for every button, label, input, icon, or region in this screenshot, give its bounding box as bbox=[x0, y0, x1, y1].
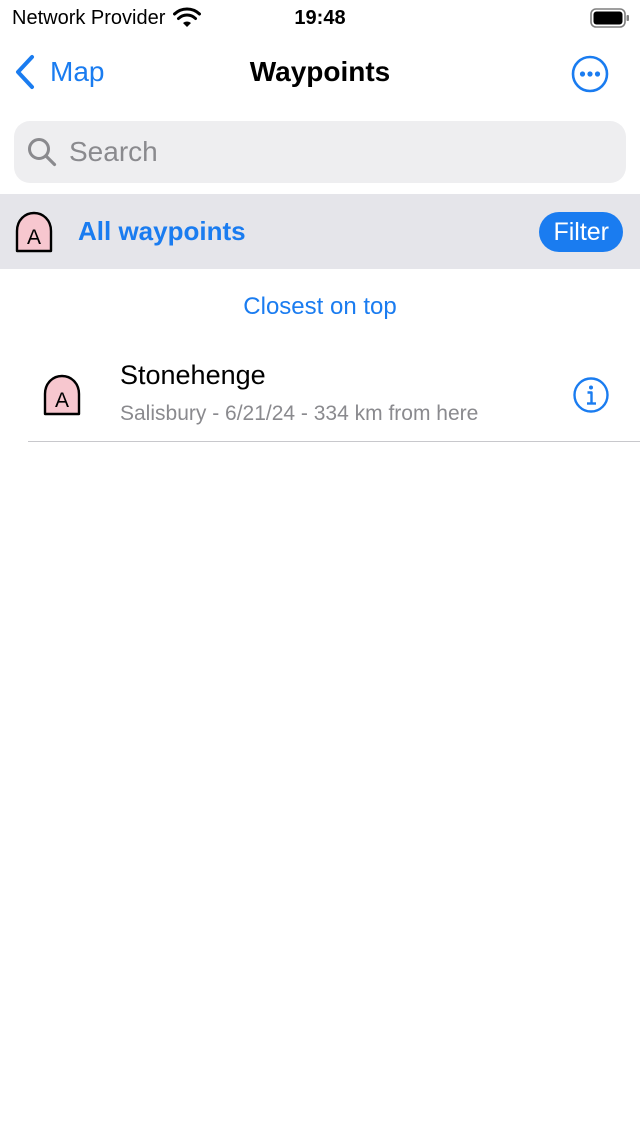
waypoint-name: Stonehenge bbox=[120, 360, 266, 390]
filter-button[interactable]: Filter bbox=[539, 212, 623, 252]
search-placeholder: Search bbox=[69, 136, 158, 167]
status-bar: Network Provider 19:48 bbox=[0, 0, 640, 36]
status-time: 19:48 bbox=[294, 7, 346, 29]
page-title: Waypoints bbox=[249, 56, 391, 87]
item-badge-letter: A bbox=[55, 389, 69, 412]
info-icon[interactable] bbox=[572, 376, 610, 414]
ellipsis-circle-icon[interactable] bbox=[570, 54, 610, 94]
waypoint-badge-icon: A bbox=[15, 211, 53, 253]
sort-order-button[interactable]: Closest on top bbox=[0, 290, 640, 324]
search-input[interactable]: Search bbox=[14, 121, 626, 183]
filter-badge-letter: A bbox=[27, 226, 41, 249]
waypoints-screen: Network Provider 19:48 Map Waypoints Sea… bbox=[0, 0, 640, 1136]
filter-title[interactable]: All waypoints bbox=[78, 214, 246, 248]
navigation-bar: Map Waypoints bbox=[0, 36, 640, 112]
battery-icon bbox=[590, 8, 629, 28]
waypoint-subtitle: Salisbury - 6/21/24 - 334 km from here bbox=[120, 402, 479, 425]
filter-row: A All waypoints Filter bbox=[0, 194, 640, 269]
list-item[interactable]: A Stonehenge Salisbury - 6/21/24 - 334 k… bbox=[0, 345, 640, 442]
waypoint-badge-icon: A bbox=[43, 374, 81, 416]
row-divider bbox=[28, 441, 640, 442]
search-icon bbox=[28, 138, 57, 167]
